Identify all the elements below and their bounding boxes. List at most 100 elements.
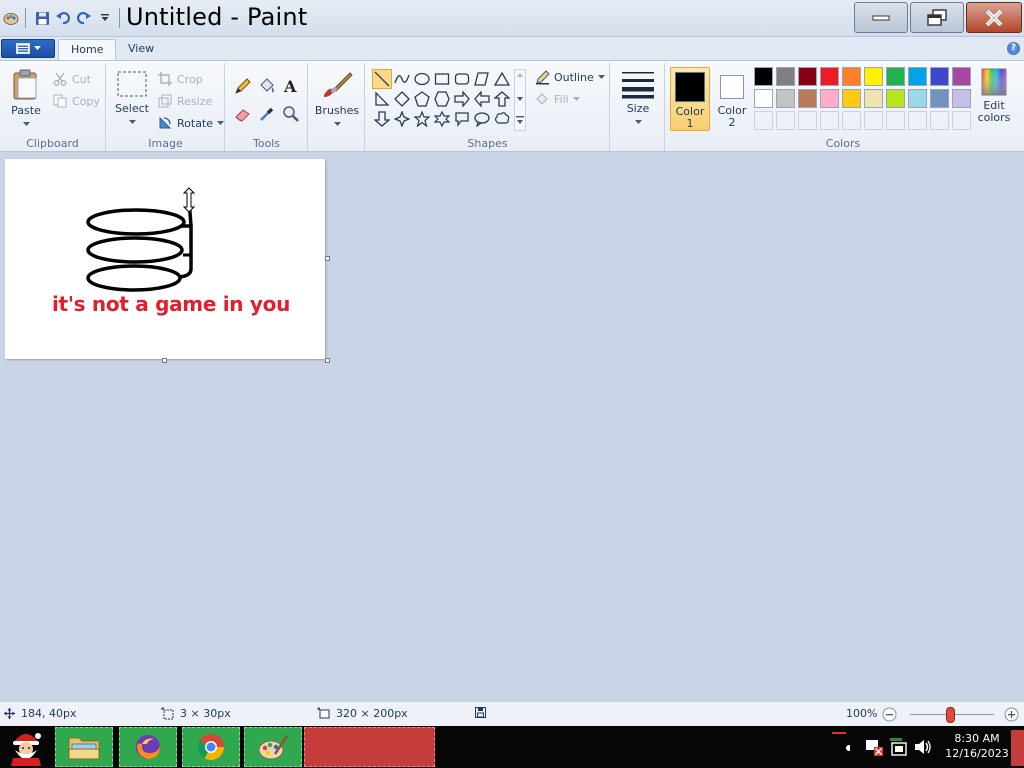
- custom-color-slot[interactable]: [864, 111, 883, 130]
- rectangle-shape[interactable]: [432, 69, 452, 89]
- zoom-in-button[interactable]: [1004, 707, 1019, 725]
- outline-button[interactable]: Outline: [534, 69, 605, 85]
- network-error-icon[interactable]: [864, 737, 884, 757]
- canvas-workspace[interactable]: it's not a game in you: [0, 152, 1024, 701]
- diamond-shape[interactable]: [392, 89, 412, 109]
- rounded-callout-shape[interactable]: [452, 109, 472, 129]
- color-swatch[interactable]: [864, 89, 883, 108]
- drawing-canvas[interactable]: it's not a game in you: [5, 159, 325, 359]
- down-arrow-shape[interactable]: [372, 109, 392, 129]
- paint-app-icon[interactable]: [2, 9, 20, 27]
- custom-color-slot[interactable]: [820, 111, 839, 130]
- brushes-button[interactable]: Brushes: [313, 69, 361, 130]
- curve-shape[interactable]: [392, 69, 412, 89]
- color-swatch[interactable]: [776, 89, 795, 108]
- record-dot-icon[interactable]: [832, 726, 850, 768]
- custom-color-slot[interactable]: [930, 111, 949, 130]
- custom-color-slot[interactable]: [842, 111, 861, 130]
- fill-button[interactable]: Fill: [534, 91, 580, 107]
- crop-button[interactable]: Crop: [157, 71, 203, 87]
- taskbar-active-window[interactable]: [304, 727, 435, 767]
- taskbar-clock[interactable]: 8:30 AM 12/16/2023: [944, 731, 1010, 761]
- canvas-resize-handle-right[interactable]: [325, 256, 330, 261]
- color1-button[interactable]: Color 1: [670, 67, 710, 131]
- line-shape[interactable]: [372, 69, 392, 89]
- right-triangle-shape[interactable]: [372, 89, 392, 109]
- oval-shape[interactable]: [412, 69, 432, 89]
- oval-callout-shape[interactable]: [472, 109, 492, 129]
- select-button[interactable]: Select: [112, 69, 152, 128]
- paint-menu-button[interactable]: [1, 39, 55, 58]
- fill-tool[interactable]: [256, 75, 278, 97]
- color-swatch[interactable]: [842, 67, 861, 86]
- zoom-out-button[interactable]: [882, 707, 897, 725]
- tab-home[interactable]: Home: [58, 39, 117, 61]
- cloud-callout-shape[interactable]: [492, 109, 512, 129]
- rounded-rectangle-shape[interactable]: [452, 69, 472, 89]
- four-point-star-shape[interactable]: [392, 109, 412, 129]
- right-arrow-shape[interactable]: [452, 89, 472, 109]
- custom-color-slot[interactable]: [952, 111, 971, 130]
- magnifier-tool[interactable]: [280, 103, 302, 125]
- color-swatch[interactable]: [886, 67, 905, 86]
- color-swatch[interactable]: [754, 67, 773, 86]
- color-swatch[interactable]: [754, 89, 773, 108]
- canvas-resize-handle-bottom[interactable]: [162, 358, 167, 363]
- save-icon[interactable]: [33, 9, 51, 27]
- custom-color-slot[interactable]: [908, 111, 927, 130]
- close-button[interactable]: [966, 2, 1022, 33]
- taskbar-file-explorer[interactable]: [55, 727, 113, 767]
- color-swatch[interactable]: [952, 89, 971, 108]
- custom-color-slot[interactable]: [776, 111, 795, 130]
- color-swatch[interactable]: [820, 89, 839, 108]
- help-icon[interactable]: ?: [1007, 42, 1020, 55]
- redo-icon[interactable]: [75, 9, 93, 27]
- color-swatch[interactable]: [952, 67, 971, 86]
- color-swatch[interactable]: [908, 89, 927, 108]
- speaker-icon[interactable]: [914, 738, 932, 756]
- color-swatch[interactable]: [820, 67, 839, 86]
- five-point-star-shape[interactable]: [412, 109, 432, 129]
- triangle-shape[interactable]: [492, 69, 512, 89]
- action-center-icon[interactable]: [888, 737, 910, 757]
- size-button[interactable]: Size: [617, 69, 659, 128]
- edit-colors-button[interactable]: Edit colors: [975, 67, 1013, 124]
- canvas-resize-handle-corner[interactable]: [325, 358, 330, 363]
- restore-button[interactable]: [910, 2, 964, 33]
- hexagon-shape[interactable]: [432, 89, 452, 109]
- color-swatch[interactable]: [776, 67, 795, 86]
- resize-button[interactable]: Resize: [157, 93, 212, 109]
- cut-button[interactable]: Cut: [52, 71, 91, 87]
- color-swatch[interactable]: [864, 67, 883, 86]
- left-arrow-shape[interactable]: [472, 89, 492, 109]
- zoom-slider-thumb[interactable]: [946, 707, 955, 723]
- taskbar-paint[interactable]: [244, 727, 302, 767]
- customize-qat-icon[interactable]: [96, 9, 114, 27]
- paste-button[interactable]: Paste: [6, 69, 46, 130]
- text-tool[interactable]: A: [280, 75, 302, 97]
- color-picker-tool[interactable]: [256, 103, 278, 125]
- pencil-tool[interactable]: [232, 75, 254, 97]
- undo-icon[interactable]: [54, 9, 72, 27]
- rotate-button[interactable]: Rotate: [157, 115, 225, 131]
- shapes-scrollbar[interactable]: [514, 69, 526, 131]
- color-swatch[interactable]: [842, 89, 861, 108]
- color-swatch[interactable]: [798, 67, 817, 86]
- pentagon-shape[interactable]: [412, 89, 432, 109]
- taskbar-firefox[interactable]: [119, 727, 177, 767]
- custom-color-slot[interactable]: [886, 111, 905, 130]
- color2-button[interactable]: Color 2: [712, 67, 752, 131]
- custom-color-slot[interactable]: [754, 111, 773, 130]
- minimize-button[interactable]: [854, 2, 908, 33]
- polygon-shape[interactable]: [472, 69, 492, 89]
- color-swatch[interactable]: [930, 67, 949, 86]
- up-arrow-shape[interactable]: [492, 89, 512, 109]
- color-swatch[interactable]: [908, 67, 927, 86]
- tab-view[interactable]: View: [116, 39, 166, 61]
- start-button[interactable]: [4, 727, 48, 767]
- eraser-tool[interactable]: [232, 103, 254, 125]
- color-swatch[interactable]: [798, 89, 817, 108]
- color-swatch[interactable]: [886, 89, 905, 108]
- taskbar-chrome[interactable]: [182, 727, 240, 767]
- color-swatch[interactable]: [930, 89, 949, 108]
